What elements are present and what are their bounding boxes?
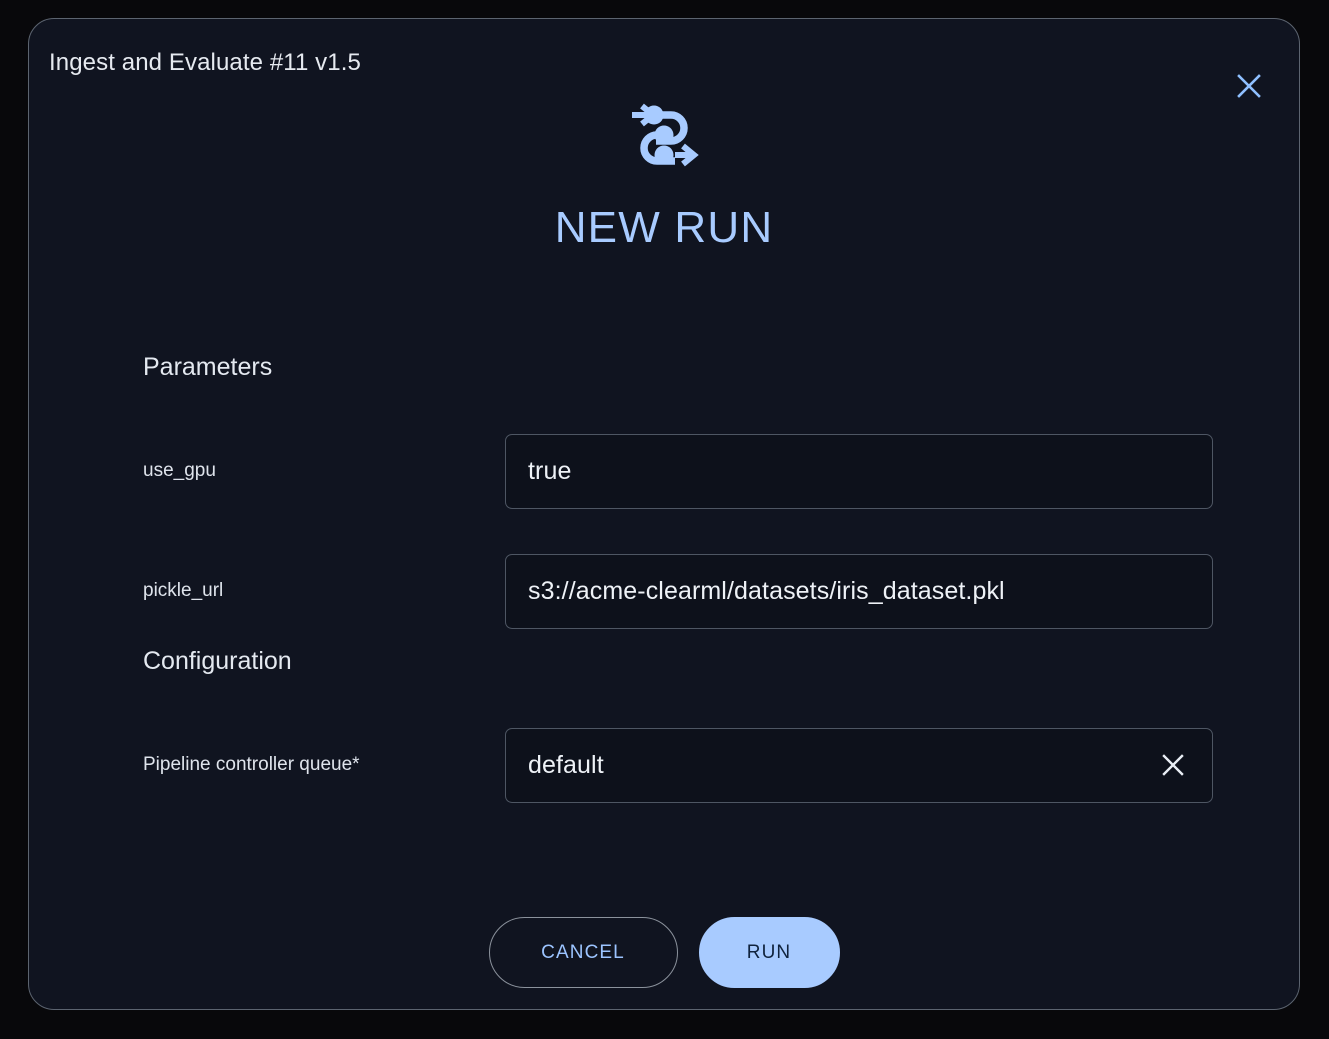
run-button[interactable]: RUN [698, 917, 840, 988]
clear-icon [1159, 751, 1187, 779]
use-gpu-input[interactable]: true [505, 433, 1213, 509]
pickle-url-input[interactable]: s3://acme-clearml/datasets/iris_dataset.… [505, 553, 1213, 629]
run-form: Parameters use_gpu true pickle_url s3://… [143, 345, 1213, 803]
pickle-url-value: s3://acme-clearml/datasets/iris_dataset.… [528, 576, 1005, 605]
field-row-use-gpu: use_gpu true [143, 433, 1213, 509]
dialog-title: Ingest and Evaluate #11 v1.5 [49, 49, 361, 76]
pipeline-controller-queue-select[interactable]: default [505, 727, 1213, 803]
field-row-pickle-url: pickle_url s3://acme-clearml/datasets/ir… [143, 553, 1213, 629]
section-heading-parameters: Parameters [143, 353, 273, 381]
new-run-dialog: Ingest and Evaluate #11 v1.5 NEW RUN Par… [28, 18, 1300, 1010]
dialog-footer: CANCEL RUN [29, 917, 1299, 988]
section-heading-configuration: Configuration [143, 647, 292, 675]
pipeline-controller-queue-value: default [528, 750, 604, 779]
close-icon [1234, 71, 1264, 101]
field-label-use-gpu: use_gpu [143, 460, 216, 481]
hero-title: NEW RUN [554, 203, 774, 252]
clear-button[interactable] [1156, 748, 1190, 782]
field-label-pickle-url: pickle_url [143, 580, 224, 601]
cancel-button[interactable]: CANCEL [488, 917, 678, 988]
pipeline-icon [29, 99, 1299, 171]
use-gpu-value: true [528, 456, 572, 485]
dialog-hero: NEW RUN [29, 99, 1299, 253]
field-row-pipeline-controller-queue: Pipeline controller queue* default [143, 727, 1213, 803]
field-label-pipeline-controller-queue: Pipeline controller queue* [143, 754, 360, 775]
